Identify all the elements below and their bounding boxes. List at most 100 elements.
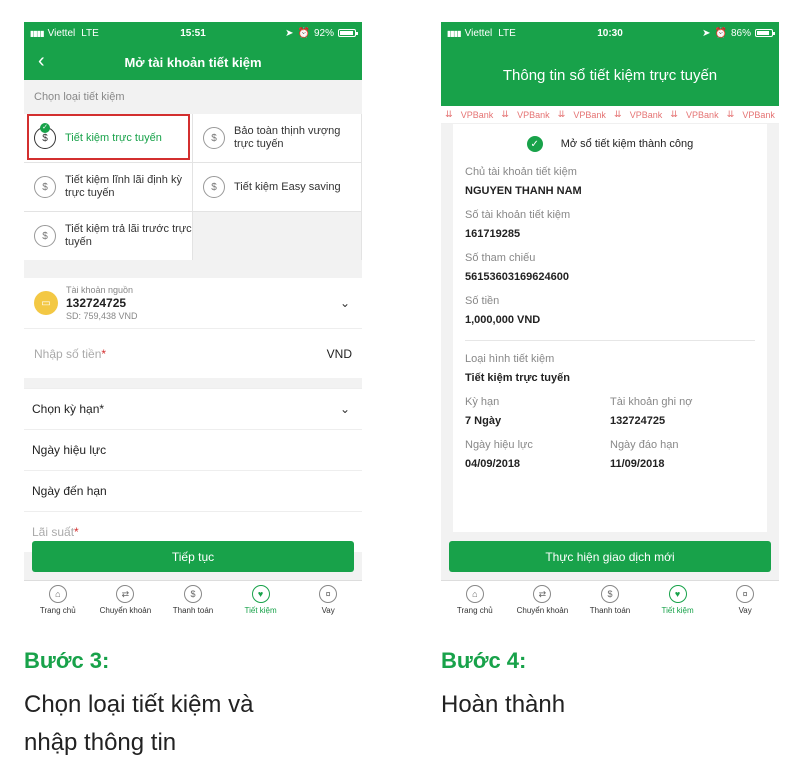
receipt-card: ✓ Mở sổ tiết kiệm thành công Chủ tài kho…: [453, 106, 767, 532]
tab-label: Vay: [321, 606, 335, 615]
page-title: Thông tin sổ tiết kiệm trực tuyến: [441, 44, 779, 106]
required-mark: *: [74, 525, 79, 539]
status-bar: ▮▮▮▮ Viettel LTE 15:51 ➤ ⏰ 92%: [24, 22, 362, 44]
savings-type-label: Bảo toàn thịnh vượng trực tuyến: [234, 125, 341, 150]
section-label: Chọn loại tiết kiệm: [34, 91, 125, 103]
vpbank-logo-icon: ⇊: [445, 109, 453, 119]
payment-icon: $: [183, 585, 202, 603]
tab-transfer[interactable]: ⇄ Chuyển khoản: [92, 581, 160, 620]
step-description-line: nhập thông tin: [24, 729, 177, 756]
tab-transfer[interactable]: ⇄ Chuyển khoản: [509, 581, 577, 620]
watermark-strip: ⇊ VPBank ⇊ VPBank ⇊ VPBank ⇊ VPBank ⇊ VPBank…: [441, 106, 779, 124]
alarm-icon: ⏰: [714, 27, 727, 39]
savings-icon: ♥: [668, 585, 687, 603]
ref-value: 56153603169624600: [465, 271, 570, 283]
vpbank-watermark: VPBank: [629, 109, 663, 120]
tab-home[interactable]: ⌂ Trang chủ: [441, 581, 509, 620]
success-message: ✓ Mở sổ tiết kiệm thành công: [465, 134, 755, 154]
maturity-date-field[interactable]: Ngày đến hạn: [24, 470, 362, 511]
savings-type-prosperity[interactable]: $ Bảo toàn thịnh vượng trực tuyến: [193, 114, 361, 162]
tab-label: Trang chủ: [456, 606, 493, 615]
battery-icon: [338, 29, 358, 37]
vpbank-logo-icon: ⇊: [670, 109, 678, 119]
amount-label: Số tiền: [465, 295, 500, 307]
tab-savings[interactable]: ♥ Tiết kiệm: [644, 581, 712, 620]
signal-icon: ▮▮▮▮: [447, 28, 462, 38]
required-mark: *: [99, 402, 105, 416]
transfer-icon: ⇄: [116, 585, 135, 603]
tab-payment[interactable]: $ Thanh toán: [159, 581, 227, 620]
amount-value: 1,000,000 VND: [465, 314, 541, 326]
source-account-select[interactable]: ▭ Tài khoản nguồn 132724725 SD: 759,438 …: [24, 278, 362, 328]
step-title: Bước 3:: [24, 648, 110, 673]
loan-icon: ¤: [736, 585, 755, 603]
tab-label: Thanh toán: [589, 606, 631, 615]
loan-icon: ¤: [319, 585, 338, 603]
battery-icon: [755, 29, 775, 37]
tab-label: Chuyển khoản: [99, 606, 152, 615]
source-label: Tài khoản nguồn: [66, 285, 134, 295]
tab-payment[interactable]: $ Thanh toán: [576, 581, 644, 620]
piggy-bank-icon: $: [34, 225, 56, 247]
status-bar: ▮▮▮▮ Viettel LTE 10:30 ➤ ⏰ 86%: [441, 22, 779, 44]
tab-label: Tiết kiệm: [244, 606, 277, 615]
maturity-label: Ngày đáo hạn: [610, 439, 679, 451]
tab-bar: ⌂ Trang chủ ⇄ Chuyển khoản $ Thanh toán ♥ Tiết …: [24, 580, 362, 620]
chevron-down-icon: ⌄: [339, 402, 350, 416]
step-description: Hoàn thành: [441, 691, 566, 718]
tab-loan[interactable]: ¤ Vay: [711, 581, 779, 620]
vpbank-logo-icon: ⇊: [614, 109, 622, 119]
success-text: Mở sổ tiết kiệm thành công: [560, 138, 694, 150]
term-label: Chọn kỳ hạn: [32, 402, 100, 416]
type-value: Tiết kiệm trực tuyến: [465, 372, 570, 384]
vpbank-logo-icon: ⇊: [557, 109, 566, 119]
account-value: 161719285: [465, 228, 521, 240]
new-transaction-button[interactable]: Thực hiện giao dịch mới: [449, 541, 771, 572]
signal-icon: ▮▮▮▮: [30, 28, 45, 38]
savings-type-periodic[interactable]: $ Tiết kiệm lĩnh lãi định kỳ trực tuyến: [24, 163, 192, 211]
tab-label: Vay: [738, 606, 752, 615]
savings-type-label: Tiết kiệm lĩnh lãi định kỳ trực tuyến: [65, 174, 182, 199]
network-type: LTE: [498, 27, 516, 39]
selection-highlight: [27, 114, 190, 160]
vpbank-logo-icon: ⇊: [501, 109, 509, 119]
tab-bar: ⌂ Trang chủ ⇄ Chuyển khoản $ Thanh toán ♥ Tiết …: [441, 580, 779, 620]
back-arrow-icon[interactable]: ‹: [38, 50, 45, 73]
interest-label: Lãi suất: [32, 525, 75, 539]
phone-step4: ▮▮▮▮ Viettel LTE 10:30 ➤ ⏰ 86% Thông tin…: [441, 22, 779, 620]
vpbank-watermark: VPBank: [573, 109, 606, 120]
required-mark: *: [101, 346, 107, 361]
battery-percent: 92%: [313, 27, 334, 39]
alarm-icon: ⏰: [297, 27, 310, 39]
effective-date-field[interactable]: Ngày hiệu lực: [24, 429, 362, 470]
caption-step3: Bước 3: Chọn loại tiết kiệm và nhập thôn…: [24, 648, 253, 762]
holder-label: Chủ tài khoản tiết kiệm: [465, 166, 577, 178]
vpbank-watermark: VPBank: [517, 109, 550, 120]
form-rows: Chọn kỳ hạn * ⌄ Ngày hiệu lực Ngày đến hạ…: [24, 388, 362, 552]
effective-label: Ngày hiệu lực: [465, 439, 533, 451]
tab-label: Tiết kiệm: [661, 606, 694, 615]
page-title: Mở tài khoản tiết kiệm: [124, 54, 262, 70]
divider: [465, 340, 755, 341]
network-type: LTE: [81, 27, 99, 39]
ref-label: Số tham chiếu: [465, 252, 536, 264]
savings-icon: ♥: [251, 585, 270, 603]
term-value: 7 Ngày: [465, 415, 502, 427]
tab-loan[interactable]: ¤ Vay: [294, 581, 362, 620]
step-description-line: Chọn loại tiết kiệm và: [24, 691, 254, 718]
debit-value: 132724725: [610, 415, 666, 427]
step-description: Chọn loại tiết kiệm và nhập thông tin: [24, 686, 253, 762]
wallet-icon: ▭: [34, 291, 58, 315]
tab-home[interactable]: ⌂ Trang chủ: [24, 581, 92, 620]
tab-savings[interactable]: ♥ Tiết kiệm: [227, 581, 295, 620]
savings-type-easy[interactable]: $ Tiết kiệm Easy saving: [193, 163, 361, 211]
term-label: Kỳ hạn: [465, 396, 500, 408]
caption-step4: Bước 4: Hoàn thành: [441, 648, 565, 724]
term-select[interactable]: Chọn kỳ hạn * ⌄: [24, 388, 362, 429]
phone-step3: ▮▮▮▮ Viettel LTE 15:51 ➤ ⏰ 92% ‹ Mở tài …: [24, 22, 362, 620]
savings-type-prepaid[interactable]: $ Tiết kiệm trả lãi trước trực tuyến: [24, 212, 192, 260]
maturity-value: 11/09/2018: [610, 458, 665, 470]
continue-button[interactable]: Tiếp tục: [32, 541, 354, 572]
amount-input[interactable]: Nhập số tiền* VND: [24, 328, 362, 378]
transfer-icon: ⇄: [533, 585, 552, 603]
